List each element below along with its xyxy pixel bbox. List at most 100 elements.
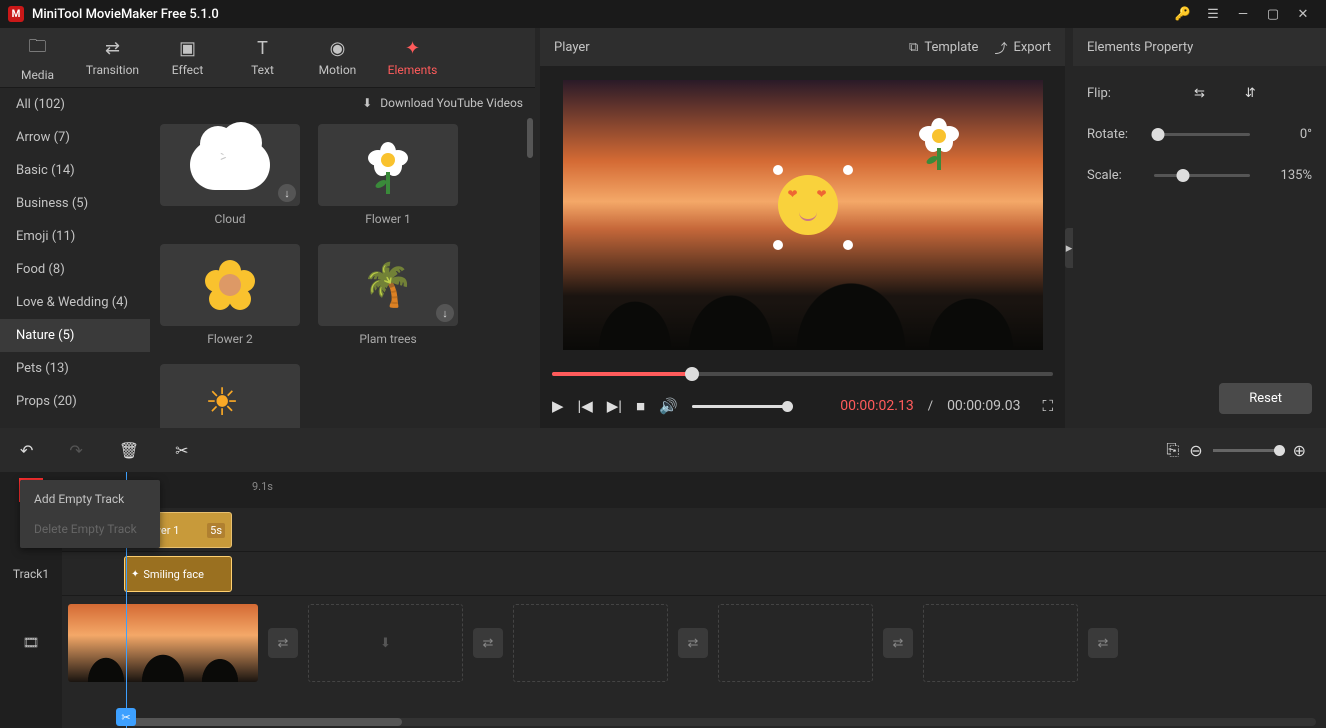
seekbar[interactable] — [540, 364, 1065, 384]
play-button[interactable]: ▶ — [552, 397, 564, 415]
export-button[interactable]: ⤴Export — [994, 38, 1051, 57]
category-food[interactable]: Food (8) — [0, 253, 150, 286]
scale-label: Scale: — [1087, 168, 1142, 183]
tab-motion[interactable]: ◉Motion — [300, 28, 375, 87]
tab-elements[interactable]: ✦Elements — [375, 28, 450, 87]
close-button[interactable]: ✕ — [1288, 0, 1318, 28]
folder-icon: 🗀 — [29, 34, 47, 64]
time-total: 00:00:09.03 — [947, 398, 1020, 414]
elements-panel: 🗀Media ⇄Transition ▣Effect TText ◉Motion… — [0, 28, 535, 428]
tab-effect[interactable]: ▣Effect — [150, 28, 225, 87]
element-flower-2[interactable]: Flower 2 — [160, 244, 300, 346]
volume-slider[interactable] — [692, 405, 787, 408]
rotate-slider[interactable] — [1154, 133, 1250, 136]
element-flower-1[interactable]: Flower 1 — [318, 124, 458, 226]
flip-label: Flip: — [1087, 86, 1142, 101]
track-context-menu: Add Empty Track Delete Empty Track — [20, 480, 160, 548]
seekbar-thumb[interactable] — [685, 367, 699, 381]
tab-transition[interactable]: ⇄Transition — [75, 28, 150, 87]
element-track-1[interactable]: ✦ Smiling face — [62, 552, 1326, 596]
zoom-in-button[interactable]: ⊕ — [1293, 441, 1306, 460]
scale-slider[interactable] — [1154, 174, 1250, 177]
element-cloud[interactable]: ˃ ˂↓ Cloud — [160, 124, 300, 226]
category-emoji[interactable]: Emoji (11) — [0, 220, 150, 253]
template-icon: ⧉ — [909, 40, 918, 55]
properties-title: Elements Property — [1073, 28, 1326, 66]
download-icon[interactable]: ↓ — [278, 184, 296, 202]
flower2-icon — [205, 260, 255, 310]
timeline-ruler[interactable]: 0s 9.1s — [62, 472, 1326, 508]
next-frame-button[interactable]: ▶| — [607, 397, 622, 415]
add-empty-track-item[interactable]: Add Empty Track — [20, 484, 160, 514]
transition-slot[interactable]: ⇄ — [1088, 628, 1118, 658]
delete-empty-track-item[interactable]: Delete Empty Track — [20, 514, 160, 544]
redo-button[interactable]: ↷ — [69, 441, 82, 460]
category-basic[interactable]: Basic (14) — [0, 154, 150, 187]
category-nature[interactable]: Nature (5) — [0, 319, 150, 352]
category-props[interactable]: Props (20) — [0, 385, 150, 418]
tab-text[interactable]: TText — [225, 28, 300, 87]
selection-handle[interactable] — [843, 165, 853, 175]
zoom-slider[interactable] — [1213, 449, 1283, 452]
category-love-wedding[interactable]: Love & Wedding (4) — [0, 286, 150, 319]
smiling-face-element[interactable] — [778, 175, 838, 235]
fullscreen-button[interactable]: ⛶ — [1042, 397, 1053, 415]
category-business[interactable]: Business (5) — [0, 187, 150, 220]
video-clip[interactable] — [68, 604, 258, 682]
element-sun[interactable]: ☀ — [160, 364, 300, 428]
download-youtube-link[interactable]: ⬇ Download YouTube Videos — [150, 88, 535, 118]
maximize-button[interactable]: ▢ — [1258, 0, 1288, 28]
template-button[interactable]: ⧉Template — [909, 40, 978, 55]
video-track-icon: 🎞 — [0, 596, 62, 690]
transition-slot[interactable]: ⇄ — [473, 628, 503, 658]
scale-value: 135% — [1262, 168, 1312, 183]
element-palm-trees[interactable]: 🌴↓ Plam trees — [318, 244, 458, 346]
fit-zoom-icon[interactable]: ⎘ — [1166, 440, 1179, 460]
empty-media-slot[interactable] — [718, 604, 873, 682]
collapse-handle[interactable]: ▸ — [1065, 228, 1073, 268]
flip-vertical-icon[interactable]: ⇵ — [1245, 86, 1256, 101]
scrollbar[interactable] — [527, 118, 533, 158]
category-all[interactable]: All (102) — [0, 88, 150, 121]
undo-button[interactable]: ↶ — [20, 441, 33, 460]
palm-icon: 🌴 — [362, 261, 414, 310]
text-icon: T — [257, 38, 268, 59]
empty-media-slot[interactable] — [923, 604, 1078, 682]
properties-panel: ▸ Elements Property Flip: ⇆ ⇵ Rotate: 0°… — [1073, 28, 1326, 428]
horizontal-scrollbar[interactable] — [122, 718, 1316, 726]
download-icon[interactable]: ↓ — [436, 304, 454, 322]
clip-smiling-face[interactable]: ✦ Smiling face — [124, 556, 232, 592]
tab-media[interactable]: 🗀Media — [0, 28, 75, 87]
volume-icon[interactable]: 🔊 — [659, 397, 678, 415]
flower-element[interactable] — [915, 110, 963, 176]
empty-media-slot[interactable] — [513, 604, 668, 682]
category-pets[interactable]: Pets (13) — [0, 352, 150, 385]
motion-icon: ◉ — [330, 38, 346, 59]
prev-frame-button[interactable]: |◀ — [578, 397, 593, 415]
selection-handle[interactable] — [773, 165, 783, 175]
transition-slot[interactable]: ⇄ — [883, 628, 913, 658]
stop-button[interactable]: ■ — [636, 397, 645, 415]
element-track-2[interactable]: ✦ ower 1 5s — [62, 508, 1326, 552]
minimize-button[interactable]: — — [1228, 0, 1258, 28]
selection-handle[interactable] — [843, 240, 853, 250]
video-frame — [563, 80, 1043, 350]
transition-slot[interactable]: ⇄ — [678, 628, 708, 658]
delete-button[interactable]: 🗑 — [119, 441, 139, 460]
category-arrow[interactable]: Arrow (7) — [0, 121, 150, 154]
flip-horizontal-icon[interactable]: ⇆ — [1194, 86, 1205, 101]
license-key-icon[interactable]: 🔑 — [1168, 0, 1198, 28]
rotate-label: Rotate: — [1087, 127, 1142, 142]
video-track[interactable]: ⇄ ⬇ ⇄ ⇄ ⇄ ⇄ — [62, 596, 1326, 690]
selection-handle[interactable] — [773, 240, 783, 250]
category-list[interactable]: All (102) Arrow (7) Basic (14) Business … — [0, 88, 150, 428]
player-viewport[interactable] — [540, 66, 1065, 364]
reset-button[interactable]: Reset — [1219, 383, 1312, 414]
hamburger-menu-icon[interactable]: ☰ — [1198, 0, 1228, 28]
zoom-out-button[interactable]: ⊖ — [1189, 441, 1202, 460]
split-button[interactable]: ✂ — [175, 441, 188, 460]
sun-icon: ☀ — [205, 380, 255, 428]
track1-label: Track1 — [0, 552, 62, 596]
empty-media-slot[interactable]: ⬇ — [308, 604, 463, 682]
transition-slot[interactable]: ⇄ — [268, 628, 298, 658]
